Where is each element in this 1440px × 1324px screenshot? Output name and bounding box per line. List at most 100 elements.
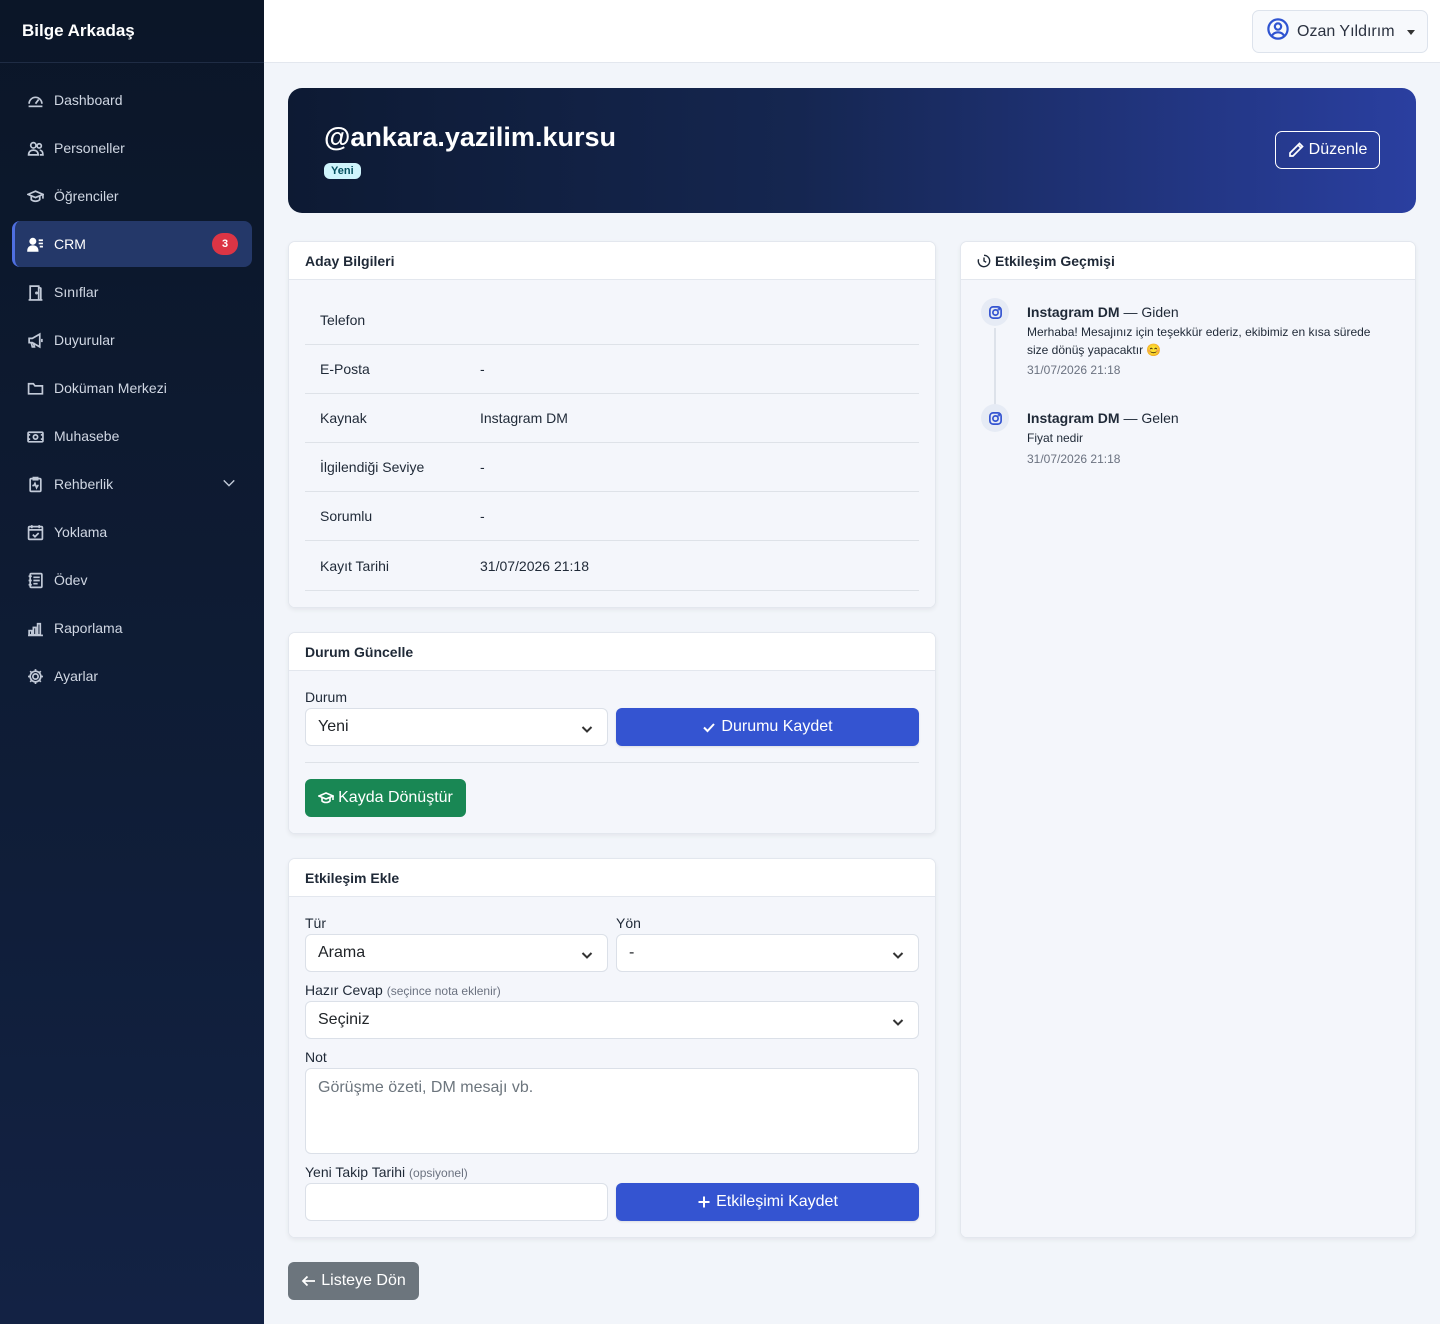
timeline-line: [994, 328, 996, 406]
user-menu-button[interactable]: Ozan Yıldırım: [1252, 10, 1428, 53]
chevron-down-icon: [892, 948, 904, 960]
status-select[interactable]: Yeni: [305, 708, 608, 746]
instagram-icon: [981, 298, 1009, 326]
instagram-icon: [981, 404, 1009, 432]
info-row-phone: Telefon: [305, 296, 919, 345]
info-row-created: Kayıt Tarihi 31/07/2026 21:18: [305, 542, 919, 591]
history-direction: — Giden: [1123, 304, 1179, 320]
sidebar-item-label: Yoklama: [54, 524, 108, 540]
sidebar-item-ayarlar[interactable]: Ayarlar: [12, 653, 252, 699]
plus-icon: [698, 1196, 710, 1208]
followup-date-input[interactable]: [305, 1183, 608, 1221]
sidebar-item-label: Doküman Merkezi: [54, 380, 167, 396]
convert-label: Kayda Dönüştür: [338, 789, 453, 806]
card-title: Etkileşim Ekle: [289, 859, 935, 897]
history-body: Instagram DM — Giden Merhaba! Mesajınız …: [961, 280, 1415, 1237]
history-item-text: Merhaba! Mesajınız için teşekkür ederiz,…: [1027, 325, 1371, 357]
sidebar: Bilge Arkadaş Dashboard Personeller Öğre…: [0, 0, 264, 1324]
check-icon: [703, 723, 716, 733]
save-interaction-button[interactable]: Etkileşimi Kaydet: [616, 1183, 919, 1221]
history-item-time: 31/07/2026 21:18: [1027, 363, 1121, 377]
sidebar-item-muhasebe[interactable]: Muhasebe: [12, 413, 252, 459]
save-status-button[interactable]: Durumu Kaydet: [616, 708, 919, 746]
info-key: Kayıt Tarihi: [320, 558, 389, 574]
dashboard-icon: [26, 91, 44, 109]
direction-select[interactable]: -: [616, 934, 919, 972]
caret-down-icon: [1407, 30, 1415, 35]
followup-label: Yeni Takip Tarihi (opsiyonel): [305, 1164, 468, 1180]
sidebar-item-label: Raporlama: [54, 620, 123, 636]
users-icon: [26, 139, 44, 157]
pencil-icon: [1288, 142, 1304, 157]
sidebar-item-label: Öğrenciler: [54, 188, 119, 204]
info-key: Telefon: [320, 312, 366, 328]
type-select-value: Arama: [318, 944, 366, 961]
edit-button-label: Düzenle: [1308, 141, 1368, 158]
chevron-down-icon: [581, 948, 593, 960]
sidebar-item-yoklama[interactable]: Yoklama: [12, 509, 252, 555]
sidebar-item-rehberlik[interactable]: Rehberlik: [12, 461, 252, 507]
info-value: -: [480, 459, 485, 475]
convert-to-enrollment-button[interactable]: Kayda Dönüştür: [305, 779, 466, 817]
sidebar-item-crm[interactable]: CRM 3: [12, 221, 252, 267]
sidebar-item-label: Sınıflar: [54, 284, 99, 300]
sidebar-item-dashboard[interactable]: Dashboard: [12, 77, 252, 123]
cash-icon: [26, 427, 44, 445]
template-select[interactable]: Seçiniz: [305, 1001, 919, 1039]
card-title: Durum Güncelle: [289, 633, 935, 671]
sidebar-item-label: Ayarlar: [54, 668, 99, 684]
megaphone-icon: [26, 331, 44, 349]
gear-icon: [26, 667, 44, 685]
sidebar-item-dokuman-merkezi[interactable]: Doküman Merkezi: [12, 365, 252, 411]
info-value: Instagram DM: [480, 410, 568, 426]
bar-chart-icon: [26, 619, 44, 637]
status-update-body: Durum Yeni Durumu Kaydet Kayda Dönüştür: [289, 671, 935, 833]
history-channel: Instagram DM: [1027, 304, 1120, 320]
page-title: @ankara.yazilim.kursu: [324, 122, 616, 152]
sidebar-item-siniflar[interactable]: Sınıflar: [12, 269, 252, 315]
info-key: E-Posta: [320, 361, 370, 377]
history-item-title: Instagram DM — Gelen: [1027, 410, 1179, 426]
interaction-history-card: Etkileşim Geçmişi Instagram DM — Giden M…: [960, 241, 1416, 1238]
brand-name[interactable]: Bilge Arkadaş: [0, 0, 264, 63]
info-key: İlgilendiği Seviye: [320, 459, 425, 475]
direction-label: Yön: [616, 915, 641, 931]
info-row-email: E-Posta -: [305, 345, 919, 394]
divider: [305, 762, 919, 763]
calendar-check-icon: [26, 523, 44, 541]
crm-count-badge: 3: [212, 233, 238, 255]
history-item-text: Fiyat nedir: [1027, 431, 1084, 445]
note-textarea[interactable]: Görüşme özeti, DM mesajı vb.: [305, 1068, 919, 1154]
note-placeholder: Görüşme özeti, DM mesajı vb.: [318, 1079, 534, 1096]
user-circle-icon: [1267, 18, 1289, 45]
direction-select-value: -: [629, 944, 635, 961]
sidebar-item-raporlama[interactable]: Raporlama: [12, 605, 252, 651]
chevron-down-icon: [892, 1015, 904, 1027]
arrow-left-icon: [301, 1275, 316, 1287]
back-label: Listeye Dön: [321, 1272, 406, 1289]
add-interaction-body: Tür Arama Yön - Hazır Cevap (seçince not…: [289, 897, 935, 1237]
type-label: Tür: [305, 915, 326, 931]
status-label: Durum: [305, 689, 348, 705]
sidebar-item-duyurular[interactable]: Duyurular: [12, 317, 252, 363]
edit-button[interactable]: Düzenle: [1275, 131, 1380, 169]
sidebar-item-odev[interactable]: Ödev: [12, 557, 252, 603]
chevron-down-icon[interactable]: [222, 476, 236, 490]
back-to-list-button[interactable]: Listeye Dön: [288, 1262, 419, 1300]
journal-icon: [26, 571, 44, 589]
history-item-title: Instagram DM — Giden: [1027, 304, 1179, 320]
add-interaction-card: Etkileşim Ekle Tür Arama Yön - Hazır Cev…: [288, 858, 936, 1238]
info-key: Kaynak: [320, 410, 367, 426]
template-select-value: Seçiniz: [318, 1011, 370, 1028]
card-title: Aday Bilgileri: [289, 242, 935, 280]
sidebar-item-personeller[interactable]: Personeller: [12, 125, 252, 171]
info-row-owner: Sorumlu -: [305, 492, 919, 541]
folder-icon: [26, 379, 44, 397]
history-channel: Instagram DM: [1027, 410, 1120, 426]
history-header: Etkileşim Geçmişi: [961, 242, 1415, 280]
note-label: Not: [305, 1049, 327, 1065]
clock-history-icon: [977, 254, 991, 267]
sidebar-item-ogrenciler[interactable]: Öğrenciler: [12, 173, 252, 219]
sidebar-item-label: CRM: [54, 236, 86, 252]
interaction-type-select[interactable]: Arama: [305, 934, 608, 972]
